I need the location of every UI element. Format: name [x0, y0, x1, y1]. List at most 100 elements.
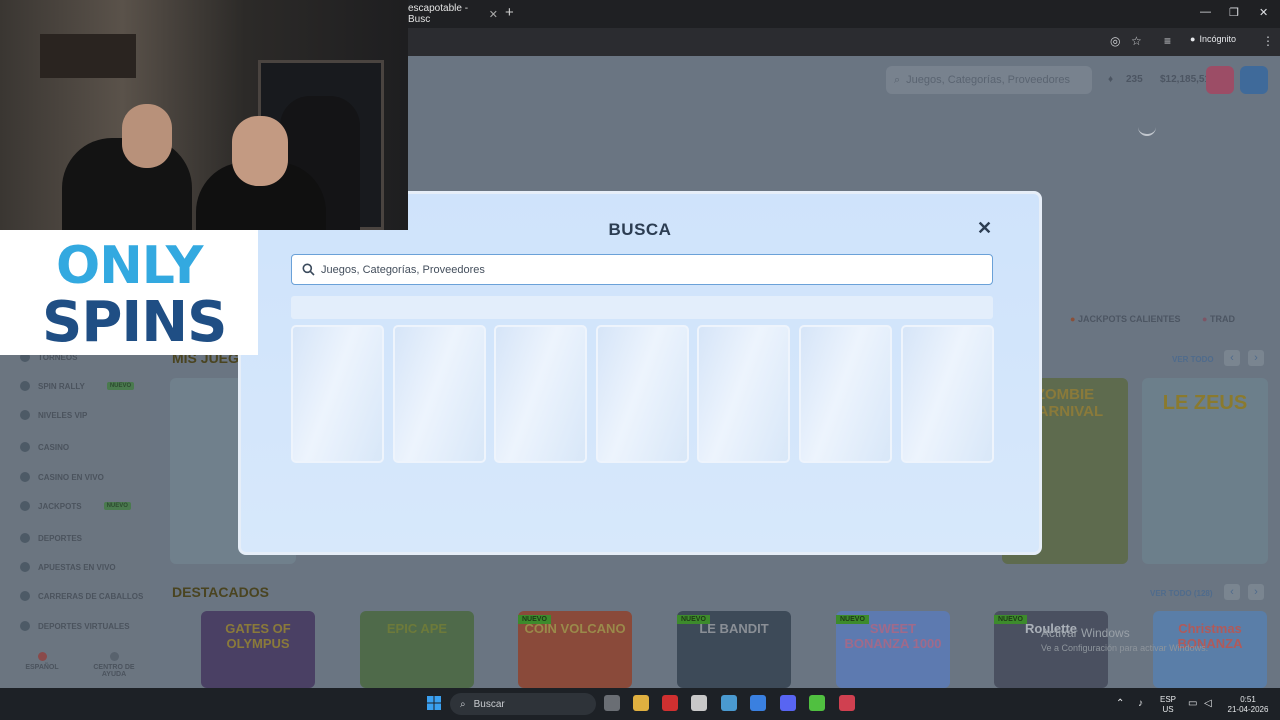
help-icon	[109, 652, 119, 661]
game-tile[interactable]: EPIC APE	[360, 611, 474, 688]
webcam-head-right	[232, 116, 288, 186]
eye-off-icon[interactable]: ◎	[1110, 34, 1120, 48]
incognito-indicator[interactable]: ● Incógnito	[1190, 34, 1236, 44]
search-icon: ⌕	[894, 73, 901, 86]
game-tile[interactable]: SWEET BONANZA 1000 NUEVO	[836, 611, 950, 688]
new-tab-button[interactable]: +	[505, 4, 514, 21]
sidebar-item[interactable]: JACKPOTS NUEVO	[20, 501, 131, 511]
chrome-icon[interactable]	[750, 695, 766, 711]
tab-close-icon[interactable]: ✕	[489, 8, 498, 21]
restore-icon[interactable]: ❐	[1229, 6, 1239, 19]
sidebar-item[interactable]: SPIN RALLY NUEVO	[20, 381, 135, 391]
game-tile[interactable]: GATES OF OLYMPUS	[201, 611, 315, 688]
sidebar-item[interactable]: DEPORTES VIRTUALES	[20, 621, 130, 631]
sidebar-item[interactable]: CASINO EN VIVO	[20, 472, 104, 482]
incognito-icon: ●	[1190, 34, 1196, 44]
next-arrow-icon[interactable]: ›	[1248, 584, 1264, 600]
sidebar-item[interactable]: APUESTAS EN VIVO	[20, 562, 116, 572]
taskbar-search[interactable]: ⌕ Buscar	[450, 693, 596, 715]
prev-arrow-icon[interactable]: ‹	[1224, 584, 1240, 600]
nuevo-badge: NUEVO	[677, 615, 710, 624]
volume-icon[interactable]: ◁	[1204, 699, 1212, 709]
game-tile[interactable]: COIN VOLCANO NUEVO	[518, 611, 632, 688]
webcam-head-left	[122, 104, 172, 168]
nuevo-badge: NUEVO	[836, 615, 869, 624]
new-badge: NUEVO	[103, 502, 131, 510]
ver-todo-link[interactable]: VER TODO	[1172, 355, 1214, 364]
language-selector[interactable]: ESPAÑOL	[20, 652, 64, 671]
skeleton-card	[595, 325, 689, 463]
prev-arrow-icon[interactable]: ‹	[1224, 350, 1240, 366]
sidebar-item[interactable]: NIVELES VIP	[20, 410, 87, 420]
star-icon[interactable]: ☆	[1131, 34, 1142, 48]
points-value: 235	[1126, 74, 1143, 85]
tray-chevron-icon[interactable]: ⌃	[1116, 699, 1124, 709]
category-trad[interactable]: ● TRAD	[1202, 314, 1235, 324]
app-icon[interactable]	[721, 695, 737, 711]
sidebar-item-label: NIVELES VIP	[38, 410, 88, 420]
search-icon	[302, 263, 315, 276]
nuevo-badge: NUEVO	[994, 615, 1027, 624]
task-view-icon[interactable]	[604, 695, 620, 711]
logo-text-spins: SPINS	[42, 290, 227, 355]
search-input[interactable]	[321, 263, 961, 276]
close-icon[interactable]: ✕	[977, 218, 992, 239]
skeleton-card	[697, 325, 791, 463]
balance-value[interactable]: $12,185,51	[1160, 74, 1210, 85]
sidebar-item-label: CASINO	[38, 442, 70, 452]
header-search-placeholder: Juegos, Categorías, Proveedores	[906, 74, 1071, 86]
nuevo-badge: NUEVO	[518, 615, 551, 624]
opera-icon[interactable]	[662, 695, 678, 711]
search-icon: ⌕	[460, 698, 466, 710]
game-tile[interactable]: LE BANDIT NUEVO	[677, 611, 791, 688]
media-icon[interactable]: ≡	[1164, 34, 1171, 48]
sidebar-item[interactable]: CARRERAS DE CABALLOS	[20, 591, 143, 601]
game-tile-title: SWEET BONANZA 1000	[844, 621, 942, 651]
app-icon[interactable]	[839, 695, 855, 711]
sidebar-item-label: JACKPOTS	[38, 501, 82, 511]
sidebar	[0, 340, 150, 688]
minimize-icon[interactable]: —	[1200, 6, 1211, 18]
skeleton-card	[799, 325, 892, 463]
window-close-icon[interactable]: ✕	[1259, 6, 1268, 19]
webcam-frames	[40, 34, 136, 78]
user-button[interactable]	[1240, 66, 1268, 94]
game-tile-le-zeus[interactable]: LE ZEUS	[1142, 378, 1268, 564]
file-explorer-icon[interactable]	[633, 695, 649, 711]
logo-text-only: ONLY	[56, 236, 203, 296]
category-jackpots[interactable]: ● JACKPOTS CALIENTES	[1070, 314, 1180, 324]
modal-search-field[interactable]	[291, 254, 993, 285]
fire-icon: ●	[1070, 314, 1076, 324]
skeleton-card	[291, 325, 384, 463]
menu-icon[interactable]: ⋮	[1262, 34, 1274, 48]
skeleton-bar	[291, 296, 993, 319]
incognito-label: Incógnito	[1199, 34, 1236, 44]
search-modal: BUSCA ✕	[238, 191, 1042, 555]
sidebar-item-icon	[20, 410, 30, 420]
sidebar-item-label: SPIN RALLY	[38, 381, 85, 391]
skeleton-card	[900, 325, 994, 463]
browser-tab[interactable]: escapotable - Busc ✕	[398, 2, 498, 26]
help-center-button[interactable]: CENTRO DE AYUDA	[84, 652, 144, 678]
next-arrow-icon[interactable]: ›	[1248, 350, 1264, 366]
sidebar-item[interactable]: DEPORTES	[20, 533, 82, 543]
language-indicator[interactable]: ESP US	[1158, 695, 1178, 715]
gift-button[interactable]	[1206, 66, 1234, 94]
windows-start-icon[interactable]	[426, 695, 442, 711]
clock[interactable]: 0:51 21-04-2026	[1224, 695, 1272, 715]
header-search[interactable]: ⌕ Juegos, Categorías, Proveedores	[886, 66, 1092, 94]
ver-todo-count-link[interactable]: VER TODO (128)	[1150, 589, 1213, 598]
sidebar-item-icon	[20, 591, 30, 601]
sidebar-item-label: APUESTAS EN VIVO	[38, 562, 116, 572]
sidebar-item-icon	[20, 472, 30, 482]
microphone-icon[interactable]: ♪	[1138, 699, 1143, 709]
sidebar-item-label: DEPORTES VIRTUALES	[38, 621, 130, 631]
app-icon[interactable]	[809, 695, 825, 711]
network-icon[interactable]: ▭	[1188, 699, 1197, 709]
app-icon[interactable]	[691, 695, 707, 711]
game-tile-title: EPIC APE	[386, 621, 448, 636]
webcam-overlay	[0, 0, 408, 230]
sidebar-item-label: CASINO EN VIVO	[38, 472, 104, 482]
discord-icon[interactable]	[780, 695, 796, 711]
sidebar-item[interactable]: CASINO	[20, 442, 69, 452]
